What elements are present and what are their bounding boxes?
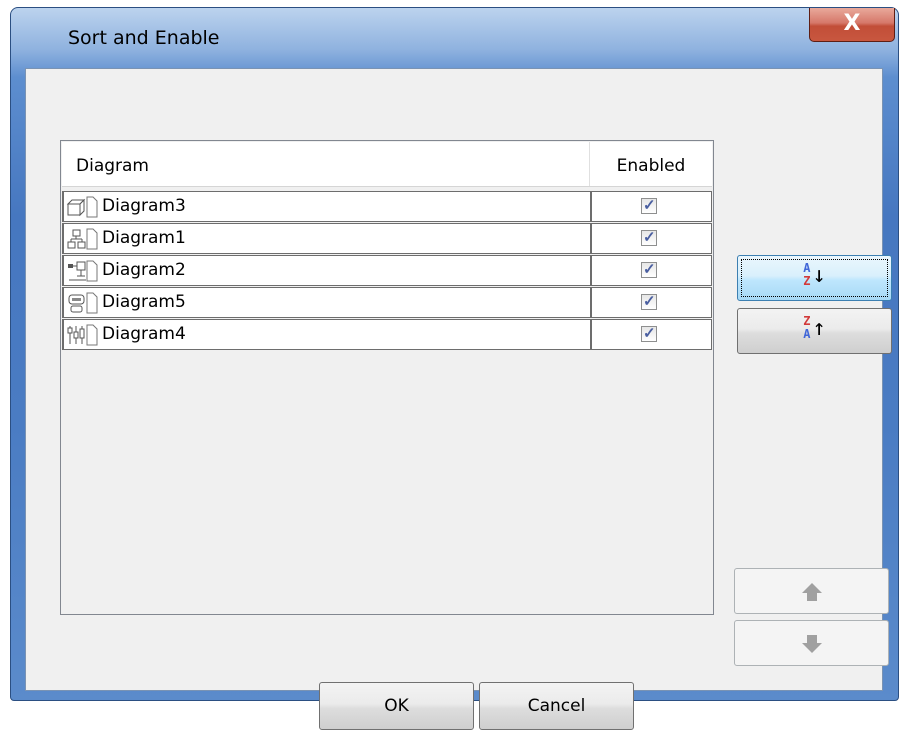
- enabled-cell: ✓: [592, 256, 712, 285]
- sequence-diagram-icon: [67, 324, 98, 346]
- list-header: Diagram Enabled: [62, 142, 712, 187]
- table-row[interactable]: Diagram1 ✓: [62, 223, 712, 254]
- enabled-checkbox[interactable]: ✓: [641, 261, 657, 278]
- diagram-cell[interactable]: Diagram5: [62, 288, 592, 317]
- close-icon: X: [843, 11, 861, 36]
- enabled-cell: ✓: [592, 192, 712, 221]
- table-row[interactable]: Diagram5 ✓: [62, 287, 712, 318]
- check-icon: ✓: [643, 293, 656, 310]
- enabled-cell: ✓: [592, 288, 712, 317]
- check-icon: ✓: [643, 197, 656, 214]
- network-diagram-icon: [68, 260, 98, 282]
- column-header-diagram[interactable]: Diagram: [62, 142, 590, 186]
- enabled-checkbox[interactable]: ✓: [641, 325, 657, 342]
- class-diagram-icon: [66, 196, 98, 218]
- dialog-title: Sort and Enable: [68, 27, 220, 49]
- check-icon: ✓: [643, 261, 656, 278]
- diagram-name: Diagram4: [102, 324, 186, 344]
- sort-ascending-button[interactable]: A Z↓: [737, 255, 892, 301]
- flow-diagram-icon: [68, 292, 98, 314]
- diagram-name: Diagram2: [102, 260, 186, 280]
- arrow-down-icon: [802, 635, 822, 653]
- move-down-button[interactable]: [734, 620, 889, 666]
- cancel-label: Cancel: [527, 696, 586, 716]
- diagram-cell[interactable]: Diagram1: [62, 224, 592, 253]
- enabled-checkbox[interactable]: ✓: [641, 293, 657, 310]
- hierarchy-diagram-icon: [67, 228, 98, 250]
- close-button[interactable]: X: [809, 8, 895, 42]
- ok-label: OK: [384, 696, 409, 716]
- ok-button[interactable]: OK: [319, 682, 474, 730]
- check-icon: ✓: [643, 229, 656, 246]
- title-bar[interactable]: Sort and Enable X: [11, 8, 898, 68]
- move-up-button[interactable]: [734, 568, 889, 614]
- sort-descending-button[interactable]: Z A↑: [737, 308, 892, 354]
- table-row[interactable]: Diagram2 ✓: [62, 255, 712, 286]
- enabled-checkbox[interactable]: ✓: [641, 229, 657, 246]
- column-header-enabled[interactable]: Enabled: [591, 142, 711, 186]
- table-row[interactable]: Diagram3 ✓: [62, 191, 712, 222]
- diagram-cell[interactable]: Diagram3: [62, 192, 592, 221]
- diagram-cell[interactable]: Diagram4: [62, 320, 592, 349]
- sort-az-icon: A Z↓: [803, 261, 826, 288]
- check-icon: ✓: [643, 325, 656, 342]
- sort-and-enable-dialog: Sort and Enable X Diagram Enabled Diagra…: [10, 7, 899, 730]
- enabled-cell: ✓: [592, 224, 712, 253]
- diagram-cell[interactable]: Diagram2: [62, 256, 592, 285]
- diagram-name: Diagram3: [102, 196, 186, 216]
- diagram-name: Diagram1: [102, 228, 186, 248]
- dialog-client-area: Diagram Enabled Diagram3 ✓ Diagram1 ✓ Di…: [25, 68, 892, 730]
- table-row[interactable]: Diagram4 ✓: [62, 319, 712, 350]
- diagram-list[interactable]: Diagram Enabled Diagram3 ✓ Diagram1 ✓ Di…: [60, 140, 714, 615]
- enabled-checkbox[interactable]: ✓: [641, 197, 657, 214]
- arrow-up-icon: [802, 583, 822, 601]
- diagram-name: Diagram5: [102, 292, 186, 312]
- cancel-button[interactable]: Cancel: [479, 682, 634, 730]
- enabled-cell: ✓: [592, 320, 712, 349]
- sort-za-icon: Z A↑: [803, 314, 826, 341]
